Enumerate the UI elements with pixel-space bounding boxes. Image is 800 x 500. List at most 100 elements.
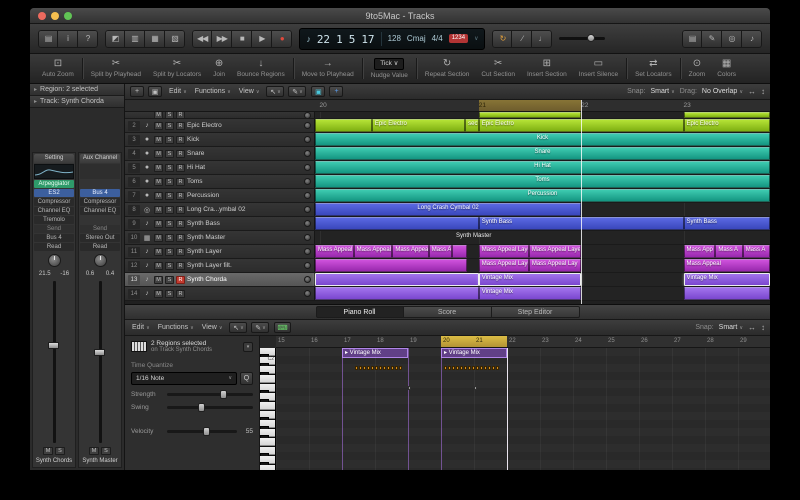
track-knob[interactable]: [304, 192, 311, 199]
midi-note[interactable]: [355, 366, 359, 370]
velocity-slider-knob[interactable]: [202, 427, 210, 436]
midi-note[interactable]: [456, 366, 460, 370]
h-zoom-icon[interactable]: ↔: [748, 323, 756, 332]
track-solo-button[interactable]: S: [165, 247, 174, 256]
region[interactable]: Mass Appeal Laye: [353, 245, 393, 258]
editors-button[interactable]: ▦: [145, 29, 165, 48]
automation-mode-button[interactable]: Read: [34, 243, 74, 251]
strip-1-fader-cap[interactable]: [94, 348, 105, 356]
tab-step-editor[interactable]: Step Editor: [491, 306, 580, 318]
region[interactable]: Toms: [315, 175, 770, 188]
drag-select[interactable]: No Overlap ∨: [702, 88, 743, 95]
region[interactable]: [451, 245, 468, 258]
track-knob[interactable]: [304, 122, 311, 129]
region[interactable]: [315, 119, 372, 132]
midi-in-button[interactable]: +: [329, 86, 344, 97]
minimize-button[interactable]: [51, 12, 59, 20]
midi-note[interactable]: [359, 366, 363, 370]
track-header[interactable]: 6 ● M S R Toms: [125, 175, 315, 188]
track-mute-button[interactable]: M: [154, 275, 163, 284]
midi-fx-slot[interactable]: Arpeggiator: [34, 180, 74, 188]
mute-button[interactable]: M: [89, 447, 99, 455]
mixer-button[interactable]: ▥: [125, 29, 145, 48]
smart-controls-button[interactable]: ◩: [105, 29, 125, 48]
track-solo-button[interactable]: S: [165, 112, 174, 118]
track-record-button[interactable]: R: [176, 233, 185, 242]
track-solo-button[interactable]: S: [165, 121, 174, 130]
action-insert-section[interactable]: ⊞ Insert Section: [521, 54, 573, 83]
volume-fader[interactable]: [34, 279, 74, 445]
quantize-apply-button[interactable]: Q: [240, 372, 253, 385]
menu-view[interactable]: View ∨: [200, 324, 225, 331]
midi-note[interactable]: [371, 366, 375, 370]
close-button[interactable]: [38, 12, 46, 20]
track-record-button[interactable]: R: [176, 112, 185, 118]
track-solo-button[interactable]: S: [165, 219, 174, 228]
solo-button[interactable]: S: [55, 447, 65, 455]
duplicate-track-button[interactable]: ▣: [148, 86, 162, 97]
piano-key-white[interactable]: [260, 465, 275, 470]
region[interactable]: Mass A: [742, 245, 770, 258]
region[interactable]: [683, 112, 770, 118]
track-header[interactable]: 5 ● M S R Hi Hat: [125, 161, 315, 174]
region[interactable]: Snare: [315, 147, 770, 160]
swing-slider-knob[interactable]: [198, 403, 206, 412]
track-header[interactable]: 4 ● M S R Snare: [125, 147, 315, 160]
track-mute-button[interactable]: M: [154, 163, 163, 172]
track-solo-button[interactable]: S: [165, 233, 174, 242]
midi-note[interactable]: [452, 366, 456, 370]
h-zoom-icon[interactable]: ↔: [748, 87, 756, 96]
v-zoom-icon[interactable]: ↕: [761, 323, 765, 332]
track-knob[interactable]: [304, 262, 311, 269]
master-volume-knob[interactable]: [587, 34, 596, 42]
track-record-button[interactable]: R: [176, 163, 185, 172]
lcd-dropdown-icon[interactable]: ∨: [474, 35, 478, 42]
region[interactable]: [315, 287, 479, 300]
action-colors[interactable]: ▦ Colors: [711, 54, 742, 83]
playhead[interactable]: [507, 348, 508, 470]
midi-note[interactable]: [399, 366, 403, 370]
count-in-badge[interactable]: 1234: [448, 34, 469, 43]
tab-score[interactable]: Score: [403, 306, 492, 318]
region[interactable]: sectro: [465, 119, 479, 132]
action-split-by-locators[interactable]: ✂ Split by Locators: [147, 54, 207, 83]
titlebar[interactable]: 9to5Mac - Tracks: [30, 8, 770, 24]
output-slot[interactable]: Stereo Out: [80, 234, 120, 242]
track-mute-button[interactable]: M: [154, 191, 163, 200]
lcd-display[interactable]: ♪ 22 1 5 17 128 Cmaj 4/4 1234 ∨: [299, 27, 486, 50]
pencil-tool[interactable]: ✎ ∨: [251, 322, 270, 333]
track-inspector-header[interactable]: ▸ Track: Synth Chorda: [30, 96, 124, 108]
region[interactable]: Vintage Mix: [478, 273, 582, 286]
solo-button[interactable]: S: [101, 447, 111, 455]
region[interactable]: Mass Appeal Laye: [392, 245, 429, 258]
region[interactable]: Synth Bass: [683, 217, 770, 230]
midi-note[interactable]: [391, 366, 395, 370]
track-record-button[interactable]: R: [176, 191, 185, 200]
strength-slider-knob[interactable]: [219, 390, 227, 399]
pan-knob[interactable]: [93, 254, 107, 267]
midi-note[interactable]: [448, 366, 452, 370]
midi-note[interactable]: [472, 366, 476, 370]
media-browser-button[interactable]: ♪: [742, 29, 762, 48]
swing-slider[interactable]: [167, 403, 253, 412]
velocity-slider[interactable]: [167, 427, 237, 436]
track-record-button[interactable]: R: [176, 121, 185, 130]
mute-button[interactable]: M: [43, 447, 53, 455]
midi-note[interactable]: [484, 366, 488, 370]
midi-region[interactable]: ▸ Vintage Mix: [441, 348, 507, 358]
action-repeat-section[interactable]: ↻ Repeat Section: [419, 54, 475, 83]
plugin-slot-channel-eq[interactable]: Channel EQ: [34, 207, 74, 215]
track-knob[interactable]: [304, 112, 311, 118]
pr-ruler[interactable]: 15 16 17 18 19 20 21 22 23 24 25 26 27 28 29: [276, 336, 770, 348]
midi-note[interactable]: [464, 366, 468, 370]
track-header[interactable]: 10 ▦ M S R Synth Master: [125, 231, 315, 244]
track-record-button[interactable]: R: [176, 149, 185, 158]
menu-view[interactable]: View ∨: [237, 88, 262, 95]
cycle-region[interactable]: [478, 100, 582, 111]
plugin-slot-compressor[interactable]: Compressor: [34, 198, 74, 206]
menu-edit[interactable]: Edit ∨: [167, 88, 189, 95]
track-knob[interactable]: [304, 248, 311, 255]
strength-slider[interactable]: [167, 390, 253, 399]
region[interactable]: [683, 287, 770, 300]
track-solo-button[interactable]: S: [165, 177, 174, 186]
